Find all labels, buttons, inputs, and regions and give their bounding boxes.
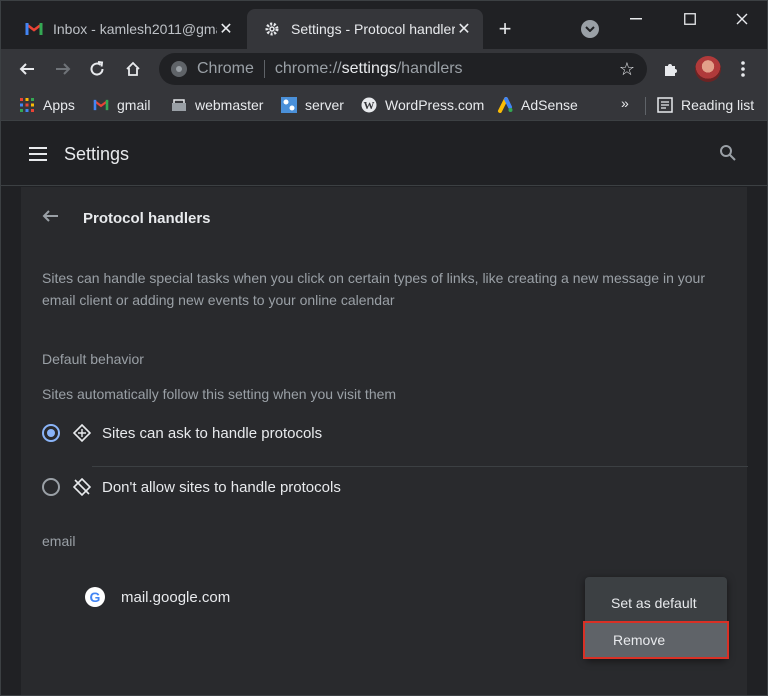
gear-icon [263,20,281,38]
protocol-handler-icon [72,423,92,443]
reload-button[interactable] [83,55,111,83]
tab-settings[interactable]: Settings - Protocol handlers ✕ [247,9,483,49]
back-button[interactable] [13,55,41,83]
url-text: chrome://settings/handlers [274,60,463,77]
adsense-icon [497,97,513,113]
window-close-button[interactable] [719,9,765,29]
site-label: Chrome [197,60,254,77]
radio-label: Sites can ask to handle protocols [102,424,323,442]
browser-window: Inbox - kamlesh2011@gmail.com ✕ Settings… [0,0,768,696]
arrow-left-icon [19,63,34,75]
bookmark-gmail[interactable]: gmail [93,95,150,115]
handler-row: G mail.google.com [85,585,230,609]
chrome-site-icon [171,61,187,77]
radio-option-allow[interactable]: Sites can ask to handle protocols [42,413,748,467]
bookmark-label: WordPress.com [385,97,485,113]
home-icon [126,61,140,76]
protocol-handler-off-icon [72,477,92,497]
back-arrow-icon[interactable] [41,207,61,227]
divider [263,60,265,78]
minimize-button[interactable] [613,9,659,29]
tab-strip: Inbox - kamlesh2011@gmail.com ✕ Settings… [1,1,767,49]
reading-list-icon [657,97,673,113]
gmail-icon [93,97,109,113]
wordpress-icon: W [361,97,377,113]
google-icon: G [85,587,105,607]
bookmark-label: webmaster [195,97,264,113]
chevron-down-icon [585,26,595,32]
gmail-icon [25,20,43,38]
bookmark-label: gmail [117,97,151,113]
home-button[interactable] [119,55,147,83]
new-tab-button[interactable]: + [493,16,517,41]
server-icon [281,97,297,113]
bookmark-label: server [305,97,344,113]
apps-grid-icon [19,97,35,113]
intro-text: Sites can handle special tasks when you … [42,270,706,308]
set-as-default-menu-item[interactable]: Set as default [585,585,727,621]
menu-button[interactable] [729,55,757,83]
close-icon[interactable]: ✕ [217,20,235,38]
reading-list-label: Reading list [681,97,755,113]
extensions-button[interactable] [657,55,685,83]
tab-inbox[interactable]: Inbox - kamlesh2011@gmail.com ✕ [9,9,245,49]
radio-button[interactable] [42,424,60,442]
radio-option-block[interactable]: Don't allow sites to handle protocols [42,467,728,507]
forward-button[interactable] [49,55,77,83]
tab-search-button[interactable] [581,20,599,38]
handler-label: mail.google.com [121,588,231,606]
settings-title: Settings [64,144,130,164]
divider [645,97,646,115]
reading-list-button[interactable]: Reading list [657,95,754,115]
bookmarks-bar: Apps gmail webmaster server W WordPress.… [1,89,767,121]
bookmark-adsense[interactable]: AdSense [497,95,578,115]
reload-icon [90,61,104,76]
avatar[interactable] [695,56,721,82]
star-icon[interactable]: ☆ [619,59,635,80]
context-menu: Set as default Remove [583,577,729,659]
tab-title: Inbox - kamlesh2011@gmail.com [53,21,217,37]
radio-label: Don't allow sites to handle protocols [102,478,341,496]
search-icon[interactable] [719,144,739,164]
bookmark-wordpress[interactable]: W WordPress.com [361,95,484,115]
puzzle-icon [665,64,677,76]
arrow-right-icon [56,63,71,75]
settings-header: Settings [1,122,767,186]
bookmark-apps[interactable]: Apps [19,95,75,115]
default-behavior-subtitle: Sites automatically follow this setting … [42,386,397,402]
maximize-button[interactable] [667,9,713,29]
hamburger-menu-icon[interactable] [29,144,49,164]
webmaster-icon [171,97,187,113]
tab-title: Settings - Protocol handlers [291,21,455,37]
page-title: Protocol handlers [83,210,211,227]
remove-menu-item[interactable]: Remove [583,621,729,659]
close-icon[interactable]: ✕ [455,20,473,38]
default-behavior-heading: Default behavior [42,351,144,367]
bookmarks-overflow-button[interactable]: » [621,95,629,111]
toolbar: Chrome chrome://settings/handlers ☆ [1,49,767,89]
protocol-category-label: email [42,533,76,549]
svg-text:W: W [364,100,375,112]
bookmark-server[interactable]: server [281,95,344,115]
radio-button[interactable] [42,478,60,496]
more-vert-icon [741,61,745,77]
bookmark-label: AdSense [521,97,578,113]
bookmark-webmaster[interactable]: webmaster [171,95,263,115]
address-bar[interactable]: Chrome chrome://settings/handlers ☆ [159,53,647,85]
bookmark-label: Apps [43,97,75,113]
